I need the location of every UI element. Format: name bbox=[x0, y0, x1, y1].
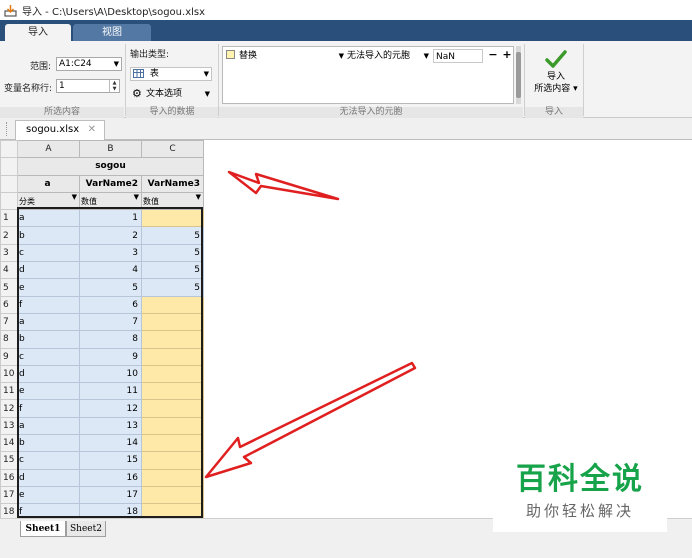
watermark-title: 百科全说 bbox=[516, 462, 644, 497]
annotation-arrow-bottom bbox=[204, 361, 417, 479]
annotation-arrow-top bbox=[227, 170, 340, 201]
watermark-subtitle: 助你轻松解决 bbox=[525, 502, 634, 520]
watermark-logo: 百科全说 助你轻松解决 bbox=[493, 450, 667, 532]
